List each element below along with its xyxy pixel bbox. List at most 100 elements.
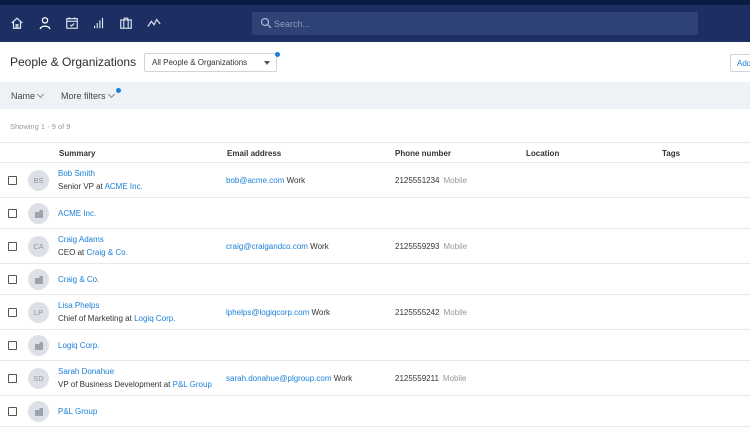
organization-link[interactable]: P&L Group (173, 380, 212, 389)
organization-name-link[interactable]: Craig & Co. (58, 275, 99, 284)
page-header: People & Organizations All People & Orga… (0, 42, 750, 82)
organization-name-link[interactable]: ACME Inc. (58, 209, 96, 218)
caret-down-icon (264, 61, 270, 65)
person-title: Chief of Marketing at Logiq Corp. (58, 314, 175, 323)
row-checkbox[interactable] (8, 374, 17, 383)
person-name-link[interactable]: Lisa Phelps (58, 301, 99, 310)
email-type: Work (310, 242, 329, 251)
person-name-link[interactable]: Sarah Donahue (58, 367, 114, 376)
column-summary[interactable]: Summary (59, 149, 95, 158)
email-cell: bob@acme.com Work (226, 176, 305, 185)
email-type: Work (286, 176, 306, 185)
organization-icon (28, 269, 49, 290)
row-checkbox[interactable] (8, 308, 17, 317)
filter-indicator-dot (275, 52, 280, 57)
more-filters-label: More filters (61, 91, 106, 101)
table-row[interactable]: ACME Inc. (0, 198, 750, 229)
at-text: at (96, 182, 103, 191)
row-checkbox[interactable] (8, 176, 17, 185)
more-filters-dropdown[interactable]: More filters (61, 90, 115, 101)
column-email[interactable]: Email address (227, 149, 281, 158)
phone-number[interactable]: 2125551234 (395, 176, 440, 185)
at-text: at (125, 314, 132, 323)
phone-cell: 2125559211 Mobile (395, 374, 466, 383)
organization-icon (28, 335, 49, 356)
person-title: VP of Business Development at P&L Group (58, 380, 212, 389)
table-row[interactable]: P&L Group (0, 396, 750, 427)
job-title: Senior VP (58, 182, 94, 191)
page-title: People & Organizations (10, 55, 137, 69)
email-link[interactable]: sarah.donahue@plgroup.com (226, 374, 332, 383)
table-row[interactable]: Craig & Co. (0, 264, 750, 295)
organization-link[interactable]: Logiq Corp. (134, 314, 175, 323)
phone-cell: 2125555242 Mobile (395, 308, 467, 317)
phone-number[interactable]: 2125555242 (395, 308, 440, 317)
row-checkbox[interactable] (8, 209, 17, 218)
table-header: Summary Email address Phone number Locat… (0, 142, 750, 163)
add-button[interactable]: Add (730, 54, 750, 72)
table-row[interactable]: SD Sarah Donahue VP of Business Developmen… (0, 361, 750, 396)
email-link[interactable]: lphelps@logiqcorp.com (226, 308, 309, 317)
view-filter-value: All People & Organizations (152, 58, 248, 67)
phone-number[interactable]: 2125559211 (395, 374, 439, 383)
person-icon[interactable] (36, 14, 54, 32)
email-cell: sarah.donahue@plgroup.com Work (226, 374, 352, 383)
phone-cell: 2125551234 Mobile (395, 176, 467, 185)
column-phone[interactable]: Phone number (395, 149, 451, 158)
phone-number[interactable]: 2125559293 (395, 242, 440, 251)
row-checkbox[interactable] (8, 341, 17, 350)
search-bar[interactable] (252, 12, 698, 35)
chevron-down-icon (36, 90, 45, 99)
navbar (0, 5, 750, 42)
avatar: SD (28, 368, 49, 389)
avatar: CA (28, 236, 49, 257)
activity-icon[interactable] (145, 14, 163, 32)
person-title: Senior VP at ACME Inc. (58, 182, 143, 191)
job-title: CEO (58, 248, 76, 257)
search-icon (260, 17, 272, 29)
job-title: Chief of Marketing (58, 314, 123, 323)
organization-name-link[interactable]: P&L Group (58, 407, 97, 416)
name-sort-dropdown[interactable]: Name (11, 90, 45, 101)
at-text: at (77, 248, 85, 257)
more-filters-indicator-dot (116, 88, 121, 93)
organization-name-link[interactable]: Logiq Corp. (58, 341, 99, 350)
organization-icon (28, 203, 49, 224)
calendar-icon[interactable] (63, 14, 81, 32)
job-title: VP of Business Development (58, 380, 162, 389)
home-icon[interactable] (8, 14, 26, 32)
column-location[interactable]: Location (526, 149, 559, 158)
column-tags[interactable]: Tags (662, 149, 680, 158)
briefcase-icon[interactable] (117, 14, 135, 32)
email-type: Work (333, 374, 353, 383)
avatar: BS (28, 170, 49, 191)
table-row[interactable]: CA Craig Adams CEO at Craig & Co. craig@cra… (0, 229, 750, 264)
organization-link[interactable]: Craig & Co. (86, 248, 127, 257)
phone-type: Mobile (443, 242, 468, 251)
person-name-link[interactable]: Craig Adams (58, 235, 104, 244)
chevron-down-icon (107, 90, 115, 99)
email-link[interactable]: bob@acme.com (226, 176, 284, 185)
view-filter-select[interactable]: All People & Organizations (144, 53, 277, 72)
phone-type: Mobile (443, 308, 468, 317)
phone-type: Mobile (442, 374, 467, 383)
person-title: CEO at Craig & Co. (58, 248, 128, 257)
person-name-link[interactable]: Bob Smith (58, 169, 95, 178)
table-row[interactable]: Logiq Corp. (0, 330, 750, 361)
filter-bar: Name More filters (0, 82, 750, 109)
row-checkbox[interactable] (8, 275, 17, 284)
table-row[interactable]: BS Bob Smith Senior VP at ACME Inc. bob@acm… (0, 163, 750, 198)
email-cell: lphelps@logiqcorp.com Work (226, 308, 330, 317)
search-input[interactable] (274, 15, 674, 32)
row-checkbox[interactable] (8, 242, 17, 251)
email-link[interactable]: craig@craigandco.com (226, 242, 308, 251)
organization-icon (28, 401, 49, 422)
row-checkbox[interactable] (8, 407, 17, 416)
email-cell: craig@craigandco.com Work (226, 242, 329, 251)
table-row[interactable]: LP Lisa Phelps Chief of Marketing at Logiq… (0, 295, 750, 330)
organization-link[interactable]: ACME Inc. (105, 182, 143, 191)
email-type: Work (311, 308, 331, 317)
avatar: LP (28, 302, 49, 323)
name-sort-label: Name (11, 91, 36, 101)
bar-chart-icon[interactable] (90, 14, 108, 32)
